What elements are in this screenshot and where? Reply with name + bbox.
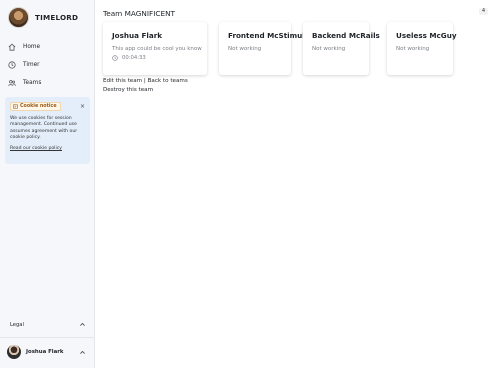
sidebar-item-home[interactable]: Home bbox=[8, 38, 88, 56]
sidebar-item-timer[interactable]: Timer bbox=[8, 56, 88, 74]
clock-icon bbox=[112, 55, 118, 61]
user-menu[interactable]: Joshua Flark bbox=[7, 345, 86, 359]
member-name: Joshua Flark bbox=[112, 31, 163, 40]
count-badge: 4 bbox=[478, 8, 488, 15]
sidebar-nav: Home Timer Teams bbox=[8, 38, 88, 92]
main-content: Team MAGNIFICENT 4 Joshua Flark This app… bbox=[103, 0, 500, 368]
member-status: Not working bbox=[396, 46, 430, 52]
edit-team-link[interactable]: Edit this team bbox=[103, 78, 142, 84]
member-card: Frontend McStimulus Not working bbox=[219, 22, 315, 75]
destroy-team-button[interactable]: Destroy this team bbox=[103, 87, 153, 93]
cookie-policy-link[interactable]: Read our cookie policy bbox=[10, 146, 85, 151]
member-card: Useless McGuy Not working bbox=[387, 22, 457, 75]
cookie-icon bbox=[13, 104, 18, 109]
member-cards: Joshua Flark This app could be cool you … bbox=[103, 22, 457, 75]
member-name: Frontend McStimulus bbox=[228, 31, 315, 40]
page-title: Team MAGNIFICENT bbox=[103, 9, 175, 18]
clock-icon bbox=[8, 61, 16, 69]
sidebar-item-label: Timer bbox=[23, 62, 40, 68]
avatar bbox=[7, 345, 21, 359]
users-icon bbox=[8, 79, 16, 87]
user-name: Joshua Flark bbox=[26, 349, 64, 355]
member-card: Backend McRails Not working bbox=[303, 22, 380, 75]
cookie-title-text: Cookie notice bbox=[20, 104, 57, 109]
member-timer: 00:04:33 bbox=[112, 55, 198, 61]
brand[interactable]: TIMELORD bbox=[8, 7, 78, 28]
logo bbox=[8, 7, 29, 28]
member-status: This app could be cool you know bbox=[112, 46, 202, 52]
home-icon bbox=[8, 43, 16, 51]
sidebar-item-label: Home bbox=[23, 44, 41, 50]
chevron-up-icon bbox=[80, 322, 85, 326]
timer-value: 00:04:33 bbox=[122, 55, 146, 61]
legal-label: Legal bbox=[10, 321, 24, 328]
cookie-notice-title: Cookie notice bbox=[10, 102, 61, 111]
member-status: Not working bbox=[228, 46, 262, 52]
brand-name: TIMELORD bbox=[35, 13, 79, 22]
member-name: Backend McRails bbox=[312, 31, 380, 40]
sidebar-item-teams[interactable]: Teams bbox=[8, 74, 88, 92]
back-to-teams-link[interactable]: Back to teams bbox=[148, 78, 188, 84]
member-name: Useless McGuy bbox=[396, 31, 457, 40]
close-icon[interactable]: × bbox=[80, 103, 85, 110]
cookie-notice-text: We use cookies for session management. C… bbox=[10, 116, 78, 140]
chevron-up-icon bbox=[80, 350, 85, 354]
legal-toggle[interactable]: Legal bbox=[10, 321, 86, 328]
divider bbox=[0, 337, 94, 338]
team-actions: Edit this team | Back to teams Destroy t… bbox=[103, 77, 188, 95]
member-card: Joshua Flark This app could be cool you … bbox=[103, 22, 207, 75]
member-status: Not working bbox=[312, 46, 346, 52]
cookie-notice: Cookie notice × We use cookies for sessi… bbox=[5, 97, 90, 164]
sidebar-item-label: Teams bbox=[23, 80, 42, 86]
sidebar: TIMELORD Home Timer Teams Cookie notice bbox=[0, 0, 95, 368]
